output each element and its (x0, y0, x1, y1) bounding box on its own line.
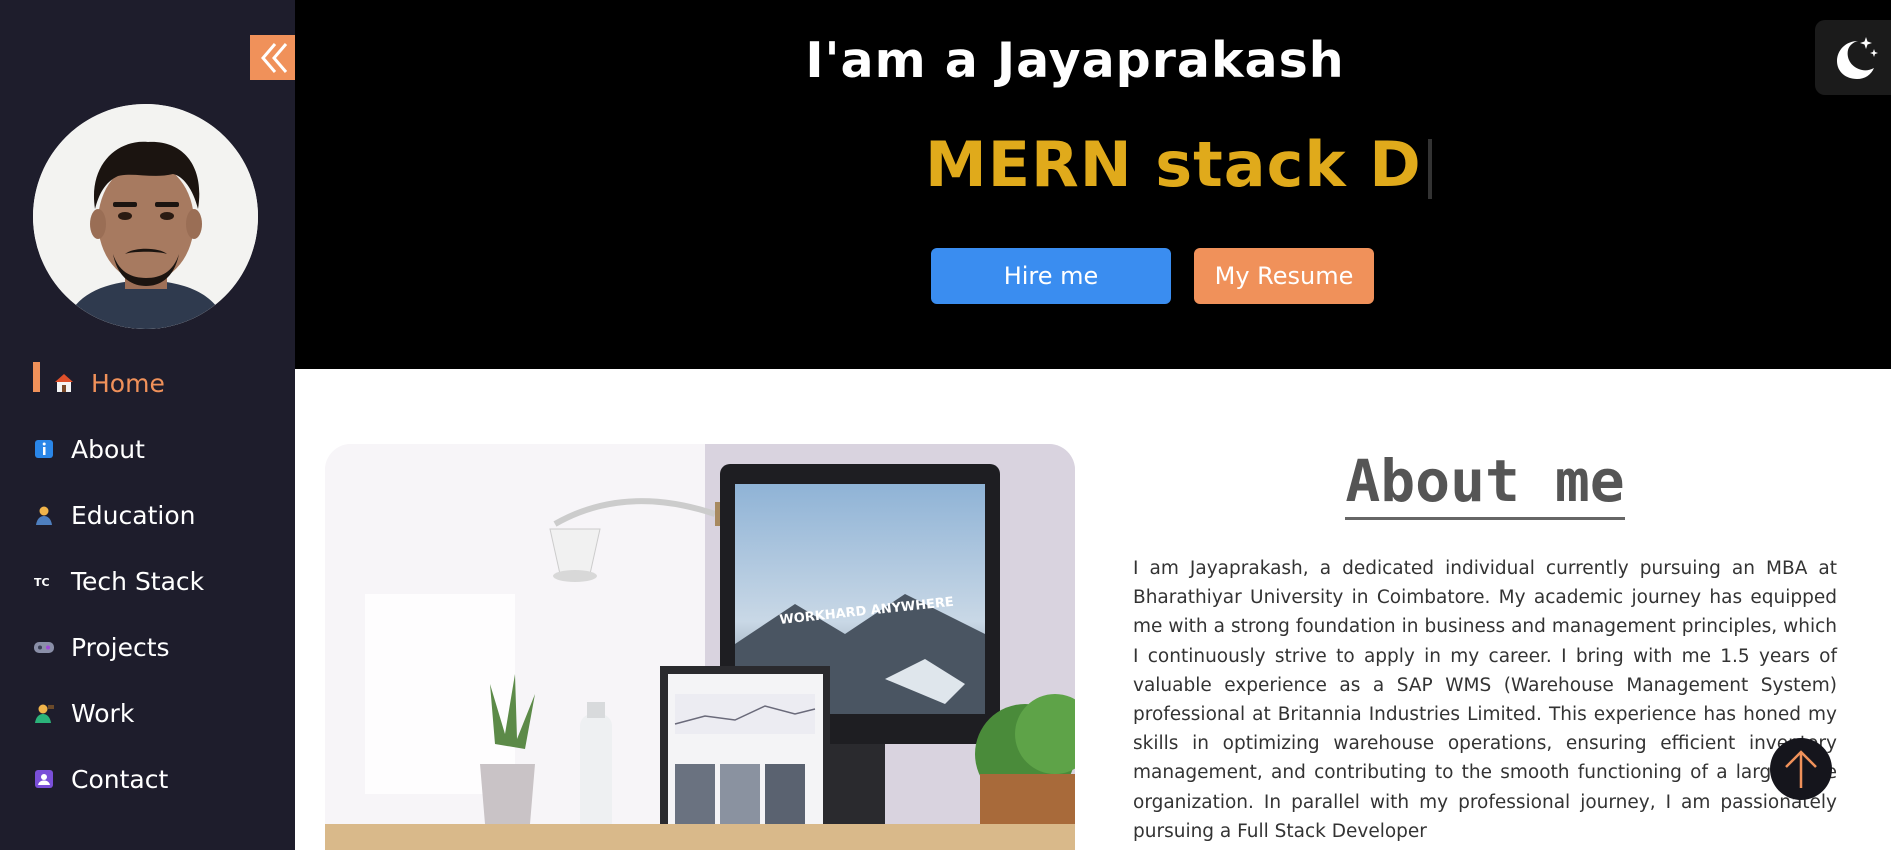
typing-cursor (1427, 138, 1432, 199)
typed-text: MERN stack D (925, 128, 1422, 201)
collapse-sidebar-button[interactable] (250, 35, 295, 80)
moon-stars-icon (1837, 36, 1878, 79)
sidebar-item-label: Education (71, 500, 196, 530)
video-game-icon (33, 636, 55, 658)
student-icon (33, 504, 55, 526)
house-icon (53, 372, 75, 394)
my-resume-button[interactable]: My Resume (1194, 248, 1374, 304)
sidebar-item-label: Tech Stack (71, 566, 205, 596)
hero-section: I'am a Jayaprakash MERN stack D Hire me … (295, 0, 1891, 369)
tech-icon: TC (33, 570, 55, 592)
active-indicator (33, 362, 40, 392)
arrow-up-icon (1785, 750, 1817, 788)
typed-role-text: MERN stack D (925, 128, 1432, 201)
sidebar-item-home[interactable]: Home (0, 350, 295, 416)
sidebar-item-label: Contact (71, 764, 169, 794)
info-icon (33, 438, 55, 460)
sidebar-item-tech-stack[interactable]: TC Tech Stack (0, 548, 295, 614)
sidebar-nav: Home About Education TC Tech Stack Proje… (0, 350, 295, 812)
sidebar-item-projects[interactable]: Projects (0, 614, 295, 680)
sidebar-item-label: Home (91, 368, 165, 398)
sidebar-item-label: About (71, 434, 145, 464)
theme-toggle-button[interactable] (1815, 20, 1891, 95)
worker-icon (33, 702, 55, 724)
about-heading-text: About me (1345, 447, 1625, 520)
about-paragraph: I am Jayaprakash, a dedicated individual… (1133, 558, 1837, 842)
hero-title: I'am a Jayaprakash (805, 32, 1345, 89)
about-heading: About me (1130, 447, 1840, 520)
sidebar-item-label: Projects (71, 632, 170, 662)
profile-photo (33, 104, 258, 329)
sidebar-item-education[interactable]: Education (0, 482, 295, 548)
about-workspace-image: WORKHARD ANYWHERE (325, 444, 1075, 850)
sidebar: Home About Education TC Tech Stack Proje… (0, 0, 295, 850)
sidebar-item-label: Work (71, 698, 135, 728)
double-chevron-left-icon (260, 42, 287, 73)
contact-card-icon (33, 768, 55, 790)
svg-text:TC: TC (34, 576, 50, 589)
sidebar-item-about[interactable]: About (0, 416, 295, 482)
hire-me-button[interactable]: Hire me (931, 248, 1171, 304)
sidebar-item-contact[interactable]: Contact (0, 746, 295, 812)
scroll-to-top-button[interactable] (1770, 738, 1832, 800)
sidebar-item-work[interactable]: Work (0, 680, 295, 746)
avatar (33, 104, 258, 329)
